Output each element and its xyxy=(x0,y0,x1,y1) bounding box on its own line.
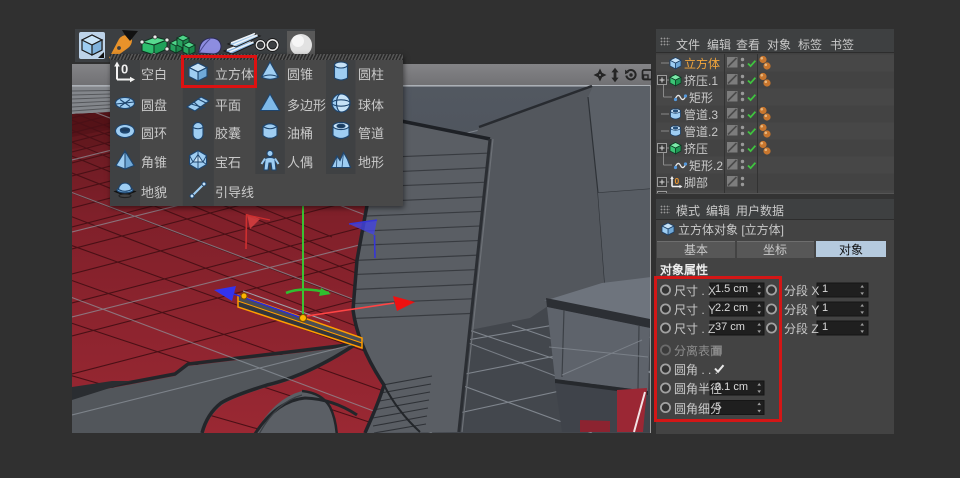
svg-text:0: 0 xyxy=(121,62,128,77)
svg-text:0: 0 xyxy=(675,176,680,186)
